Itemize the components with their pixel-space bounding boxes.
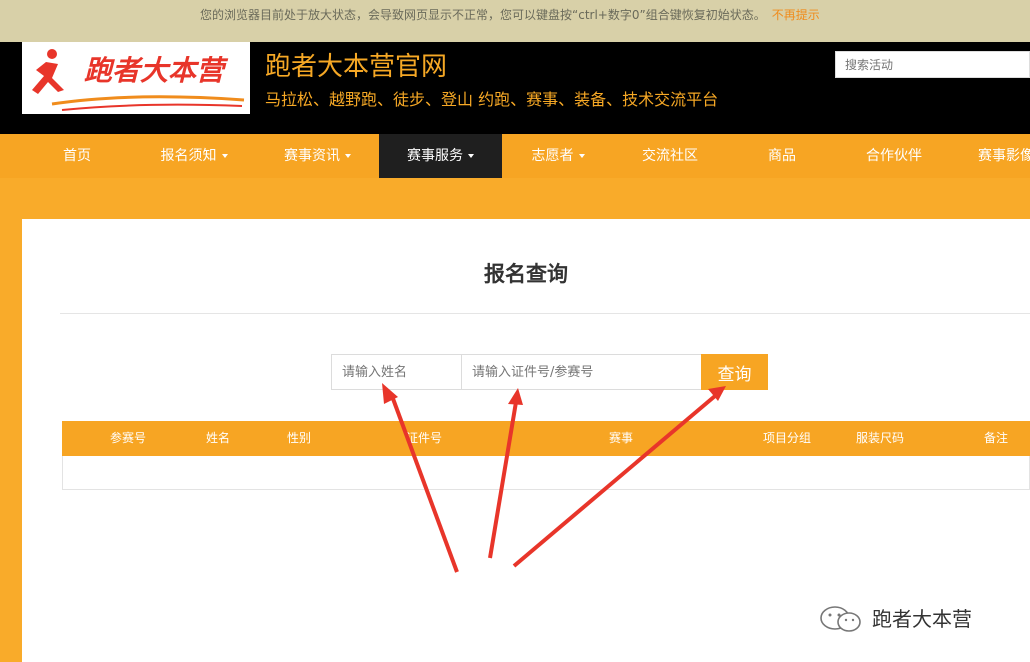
title-divider <box>60 313 1030 314</box>
site-subtitle: 马拉松、越野跑、徒步、登山 约跑、赛事、装备、技术交流平台 <box>265 90 719 109</box>
site-title: 跑者大本营官网 <box>265 52 448 82</box>
column-header-id-number: 证件号 <box>405 431 443 445</box>
column-header-remarks: 备注 <box>983 431 1009 445</box>
nav-item-products[interactable]: 商品 <box>726 134 838 178</box>
caret-down-icon <box>578 154 585 158</box>
nav-item-volunteers[interactable]: 志愿者 <box>502 134 614 178</box>
site-logo[interactable]: 跑者大本营 <box>22 42 250 114</box>
nav-item-label: 合作伙伴 <box>866 148 922 164</box>
caret-down-icon <box>221 154 228 158</box>
column-header-name: 姓名 <box>205 431 231 445</box>
nav-item-registration-notice[interactable]: 报名须知 <box>132 134 256 178</box>
site-header: 跑者大本营 跑者大本营官网 马拉松、越野跑、徒步、登山 约跑、赛事、装备、技术交… <box>0 42 1030 134</box>
nav-item-label: 报名须知 <box>160 148 217 164</box>
nav-item-label: 商品 <box>768 148 796 164</box>
watermark-text: 跑者大本营 <box>872 607 972 631</box>
nav-item-community[interactable]: 交流社区 <box>614 134 726 178</box>
nav-item-event-gallery[interactable]: 赛事影像 <box>950 134 1030 178</box>
nav-item-label: 赛事影像 <box>978 148 1030 164</box>
activity-search-input[interactable] <box>835 51 1030 78</box>
column-header-size: 服装尺码 <box>855 431 905 445</box>
caret-down-icon <box>468 154 474 158</box>
nav-item-label: 交流社区 <box>642 148 698 164</box>
query-button[interactable]: 查询 <box>701 354 768 390</box>
wechat-icon <box>820 606 861 632</box>
column-header-bib-number: 参赛号 <box>109 431 147 445</box>
column-header-gender: 性别 <box>286 431 312 445</box>
nav-item-label: 志愿者 <box>531 148 574 164</box>
nav-item-event-services[interactable]: 赛事服务 <box>379 134 502 178</box>
id-number-input[interactable] <box>461 354 702 390</box>
caret-down-icon <box>345 154 351 158</box>
column-header-group: 项目分组 <box>762 431 812 445</box>
nav-item-label: 首页 <box>63 148 91 164</box>
svg-text:跑者大本营: 跑者大本营 <box>84 54 229 87</box>
nav-item-event-news[interactable]: 赛事资讯 <box>256 134 379 178</box>
zoom-notice-dismiss-link[interactable]: 不再提示 <box>772 8 820 22</box>
page-title: 报名查询 <box>484 262 568 286</box>
zoom-notice: 您的浏览器目前处于放大状态，会导致网页显示不正常，您可以键盘按“ctrl+数字0… <box>200 6 820 23</box>
nav-item-home[interactable]: 首页 <box>22 134 132 178</box>
nav-item-label: 赛事服务 <box>407 148 463 164</box>
results-table-body <box>62 456 1030 490</box>
nav-item-partners[interactable]: 合作伙伴 <box>838 134 950 178</box>
nav-item-label: 赛事资讯 <box>284 148 340 164</box>
column-header-event: 赛事 <box>608 431 634 445</box>
name-input[interactable] <box>331 354 462 390</box>
runner-logo-icon: 跑者大本营 <box>32 49 245 111</box>
main-nav: 首页 报名须知 赛事资讯 赛事服务 志愿者 交流社区 商品 合作伙伴 赛事影像 <box>0 134 1030 178</box>
registration-query-panel: 报名查询 查询 参赛号 姓名 性别 证件号 赛事 项目分组 服装尺码 备注 <box>22 219 1030 662</box>
results-table-header: 参赛号 姓名 性别 证件号 赛事 项目分组 服装尺码 备注 <box>62 421 1030 456</box>
zoom-notice-message: 您的浏览器目前处于放大状态，会导致网页显示不正常，您可以键盘按“ctrl+数字0… <box>200 8 766 22</box>
zoom-notice-bar: 您的浏览器目前处于放大状态，会导致网页显示不正常，您可以键盘按“ctrl+数字0… <box>0 0 1030 42</box>
